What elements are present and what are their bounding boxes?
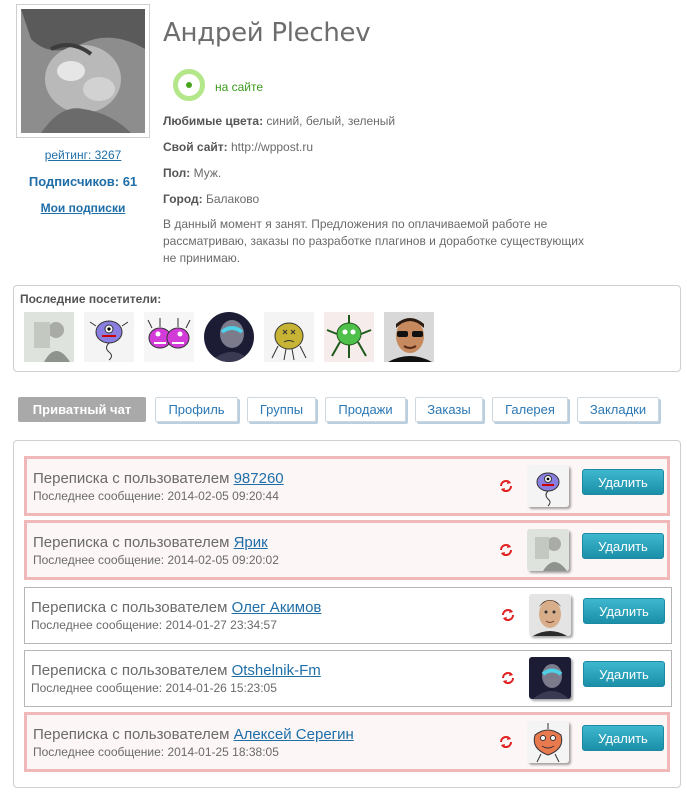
field-label: Город: <box>163 192 203 206</box>
subscribers-count: Подписчиков: 61 <box>28 174 138 189</box>
profile-avatar-image <box>21 9 145 133</box>
chat-user-link[interactable]: Алексей Серегин <box>234 726 354 743</box>
delete-chat-button[interactable]: Удалить <box>583 598 665 624</box>
refresh-icon[interactable] <box>501 671 515 685</box>
visitor-avatar[interactable] <box>324 312 374 362</box>
chat-user-avatar <box>527 465 569 507</box>
chat-last-message-date: Последнее сообщение: 2014-01-27 23:34:57 <box>31 618 277 632</box>
refresh-icon[interactable] <box>501 608 515 622</box>
tab-profile[interactable]: Профиль <box>155 397 238 422</box>
chat-user-avatar <box>529 657 571 699</box>
field-label: Свой сайт: <box>163 140 228 154</box>
field-label: Любимые цвета: <box>163 114 264 128</box>
visitor-avatar[interactable] <box>24 312 74 362</box>
delete-chat-button[interactable]: Удалить <box>582 725 664 751</box>
visitor-avatar[interactable] <box>204 312 254 362</box>
delete-chat-button[interactable]: Удалить <box>582 533 664 559</box>
chat-item[interactable]: Переписка с пользователем 987260 Последн… <box>24 456 670 516</box>
tab-gallery[interactable]: Галерея <box>492 397 568 422</box>
favorite-colors-field: Любимые цвета: синий, белый, зеленый <box>163 114 395 128</box>
delete-chat-button[interactable]: Удалить <box>583 661 665 687</box>
chat-user-avatar <box>527 721 569 763</box>
field-value: синий, белый, зеленый <box>263 114 396 128</box>
refresh-icon[interactable] <box>499 479 513 493</box>
tab-sales[interactable]: Продажи <box>325 397 406 422</box>
chat-item[interactable]: Переписка с пользователем Ярик Последнее… <box>24 520 670 580</box>
chat-title: Переписка с пользователем Ярик <box>33 534 268 551</box>
chat-title: Переписка с пользователем Алексей Сереги… <box>33 726 354 743</box>
chat-user-link[interactable]: 987260 <box>234 470 284 487</box>
chat-list-panel: Переписка с пользователем 987260 Последн… <box>13 440 681 788</box>
online-status-label: на сайте <box>215 80 264 94</box>
visitor-avatar[interactable] <box>384 312 434 362</box>
chat-user-link[interactable]: Ярик <box>234 534 268 551</box>
online-status-icon <box>173 69 205 101</box>
chat-title-prefix: Переписка с пользователем <box>33 726 234 743</box>
chat-user-link[interactable]: Олег Акимов <box>232 599 322 616</box>
field-value: Муж. <box>190 166 222 180</box>
chat-title: Переписка с пользователем Otshelnik-Fm <box>31 662 321 679</box>
chat-item[interactable]: Переписка с пользователем Олег Акимов По… <box>24 587 672 644</box>
chat-item[interactable]: Переписка с пользователем Алексей Сереги… <box>24 712 670 772</box>
chat-user-avatar <box>527 529 569 571</box>
chat-user-avatar <box>529 594 571 636</box>
tab-orders[interactable]: Заказы <box>415 397 483 422</box>
delete-chat-button[interactable]: Удалить <box>582 469 664 495</box>
website-field: Свой сайт: http://wppost.ru <box>163 140 313 154</box>
last-visitors-title: Последние посетители: <box>20 292 162 306</box>
refresh-icon[interactable] <box>499 735 513 749</box>
chat-last-message-date: Последнее сообщение: 2014-02-05 09:20:02 <box>33 553 279 567</box>
chat-title-prefix: Переписка с пользователем <box>31 599 232 616</box>
chat-title-prefix: Переписка с пользователем <box>33 470 234 487</box>
visitor-avatar[interactable] <box>264 312 314 362</box>
tab-private-chat[interactable]: Приватный чат <box>18 397 146 422</box>
profile-name: Андрей Plechev <box>163 18 371 48</box>
chat-title-prefix: Переписка с пользователем <box>33 534 234 551</box>
visitor-avatar[interactable] <box>144 312 194 362</box>
rating-link[interactable]: рейтинг: 3267 <box>16 148 150 162</box>
chat-title: Переписка с пользователем Олег Акимов <box>31 599 321 616</box>
field-label: Пол: <box>163 166 191 180</box>
my-subscriptions-link[interactable]: Мои подписки <box>16 201 150 215</box>
profile-avatar <box>16 4 150 138</box>
gender-field: Пол: Муж. <box>163 166 221 180</box>
tab-groups[interactable]: Группы <box>247 397 316 422</box>
refresh-icon[interactable] <box>499 543 513 557</box>
chat-user-link[interactable]: Otshelnik-Fm <box>232 662 321 679</box>
chat-title-prefix: Переписка с пользователем <box>31 662 232 679</box>
chat-last-message-date: Последнее сообщение: 2014-01-25 18:38:05 <box>33 745 279 759</box>
chat-title: Переписка с пользователем 987260 <box>33 470 284 487</box>
visitor-avatar[interactable] <box>84 312 134 362</box>
status-message: В данный момент я занят. Предложения по … <box>163 217 584 265</box>
chat-item[interactable]: Переписка с пользователем Otshelnik-Fm П… <box>24 650 672 707</box>
chat-last-message-date: Последнее сообщение: 2014-01-26 15:23:05 <box>31 681 277 695</box>
field-value: http://wppost.ru <box>227 140 314 154</box>
field-value: Балаково <box>202 192 260 206</box>
last-visitors-panel: Последние посетители: <box>13 285 681 372</box>
chat-last-message-date: Последнее сообщение: 2014-02-05 09:20:44 <box>33 489 279 503</box>
tab-bookmarks[interactable]: Закладки <box>577 397 659 422</box>
city-field: Город: Балаково <box>163 192 259 206</box>
